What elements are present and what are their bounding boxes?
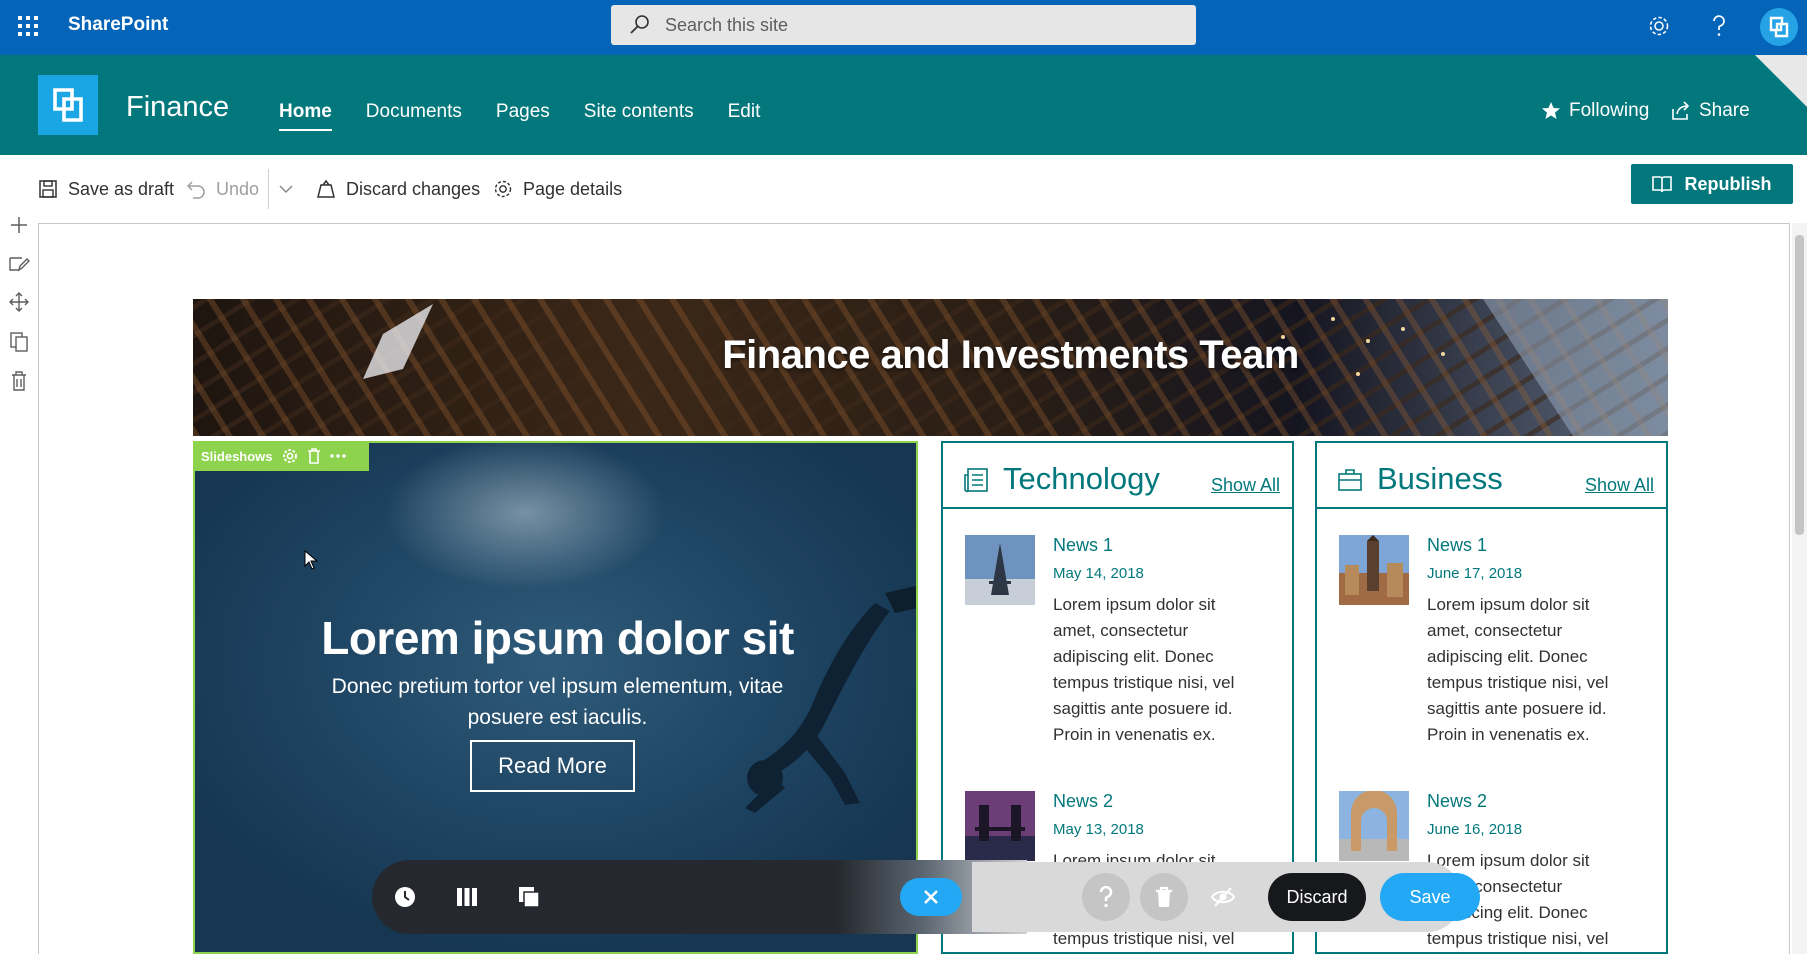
following-label: Following bbox=[1569, 100, 1650, 121]
news-date: June 16, 2018 bbox=[1427, 821, 1523, 838]
undo-button[interactable]: Undo bbox=[186, 173, 259, 205]
news-body: Lorem ipsum dolor sit amet, consectetur … bbox=[1427, 595, 1609, 744]
site-navigation: Home Documents Pages Site contents Edit bbox=[279, 101, 761, 131]
help-icon[interactable] bbox=[1706, 13, 1732, 39]
share-button[interactable]: Share bbox=[1671, 100, 1750, 122]
news-date: June 17, 2018 bbox=[1427, 565, 1523, 582]
question-mark-icon bbox=[1099, 886, 1113, 908]
search-input[interactable] bbox=[665, 14, 1145, 36]
news-thumbnail bbox=[1339, 791, 1409, 861]
app-launcher-icon[interactable] bbox=[16, 14, 40, 38]
slide-heading: Lorem ipsum dolor sit bbox=[321, 612, 794, 664]
following-button[interactable]: Following bbox=[1541, 100, 1649, 122]
scrollbar-thumb[interactable] bbox=[1795, 235, 1804, 535]
undo-icon bbox=[186, 181, 205, 199]
business-header: Business Show All bbox=[1317, 443, 1666, 509]
star-icon bbox=[1542, 102, 1560, 119]
share-label: Share bbox=[1699, 100, 1750, 121]
sharepoint-brand[interactable]: SharePoint bbox=[68, 14, 168, 36]
undo-label: Undo bbox=[216, 178, 260, 199]
read-more-button[interactable]: Read More bbox=[470, 740, 635, 792]
nav-site-contents[interactable]: Site contents bbox=[584, 101, 694, 129]
command-separator bbox=[268, 169, 269, 209]
webpart-delete-icon[interactable] bbox=[307, 448, 321, 464]
move-section-icon[interactable] bbox=[8, 291, 30, 313]
search-icon bbox=[629, 14, 651, 36]
settings-gear-icon[interactable] bbox=[1646, 13, 1672, 39]
columns-layout-icon[interactable] bbox=[454, 884, 480, 910]
republish-label: Republish bbox=[1684, 173, 1772, 194]
news-title[interactable]: News 1 bbox=[1053, 535, 1113, 556]
duplicate-section-icon[interactable] bbox=[8, 331, 30, 353]
technology-show-all-link[interactable]: Show All bbox=[1211, 475, 1280, 496]
mouse-cursor-icon bbox=[304, 550, 318, 570]
save-as-draft-label: Save as draft bbox=[68, 178, 175, 199]
close-icon bbox=[924, 890, 938, 904]
webpart-name-label: Slideshows bbox=[201, 448, 273, 464]
vertical-scrollbar[interactable] bbox=[1792, 223, 1807, 954]
hide-visibility-icon[interactable] bbox=[1210, 884, 1236, 910]
site-logo[interactable] bbox=[38, 75, 98, 135]
webpart-toolbar: Slideshows bbox=[193, 441, 369, 471]
save-as-draft-button[interactable]: Save as draft bbox=[38, 173, 174, 205]
overlay-layers-icon[interactable] bbox=[516, 884, 542, 910]
undo-dropdown-chevron[interactable] bbox=[278, 173, 294, 205]
news-thumbnail bbox=[965, 535, 1035, 605]
news-body: Lorem ipsum dolor sit amet, consectetur … bbox=[1053, 595, 1235, 744]
webpart-settings-gear-icon[interactable] bbox=[282, 448, 298, 464]
slide-subtext: Donec pretium tortor vel ipsum elementum… bbox=[331, 675, 784, 729]
page-details-button[interactable]: Page details bbox=[493, 173, 622, 205]
floating-edit-toolbar: Discard Save bbox=[372, 860, 1487, 934]
news-title[interactable]: News 2 bbox=[1427, 791, 1487, 812]
delete-section-icon[interactable] bbox=[8, 370, 30, 392]
add-section-icon[interactable] bbox=[8, 214, 30, 236]
news-thumbnail bbox=[965, 791, 1035, 861]
gear-icon bbox=[494, 180, 512, 198]
delete-button[interactable] bbox=[1140, 873, 1188, 921]
user-avatar[interactable] bbox=[1760, 8, 1798, 46]
republish-button[interactable]: Republish bbox=[1631, 164, 1793, 204]
page-details-label: Page details bbox=[523, 178, 623, 199]
site-header: Finance Home Documents Pages Site conten… bbox=[0, 55, 1807, 155]
discard-button[interactable]: Discard bbox=[1268, 873, 1366, 921]
save-button[interactable]: Save bbox=[1380, 873, 1480, 921]
history-clock-icon[interactable] bbox=[392, 884, 418, 910]
command-bar: Save as draft Undo Discard changes Page … bbox=[0, 155, 1807, 225]
business-title: Business bbox=[1377, 461, 1503, 496]
discard-icon bbox=[317, 179, 335, 198]
close-toolbar-button[interactable] bbox=[900, 878, 962, 916]
nav-pages[interactable]: Pages bbox=[496, 101, 550, 129]
news-title[interactable]: News 1 bbox=[1427, 535, 1487, 556]
suite-bar: SharePoint bbox=[0, 0, 1807, 55]
news-thumbnail bbox=[1339, 535, 1409, 605]
book-icon bbox=[1652, 176, 1673, 193]
news-title[interactable]: News 2 bbox=[1053, 791, 1113, 812]
trash-icon bbox=[1156, 886, 1172, 907]
site-title[interactable]: Finance bbox=[126, 91, 229, 124]
page-corner-fold bbox=[1755, 55, 1807, 107]
help-button[interactable] bbox=[1082, 873, 1130, 921]
edit-section-icon[interactable] bbox=[8, 253, 30, 275]
nav-home[interactable]: Home bbox=[279, 101, 332, 131]
technology-header: Technology Show All bbox=[943, 443, 1292, 509]
save-disk-icon bbox=[39, 180, 57, 198]
nav-edit[interactable]: Edit bbox=[728, 101, 761, 129]
chevron-down-icon bbox=[279, 185, 293, 194]
discard-changes-label: Discard changes bbox=[346, 178, 481, 199]
newspaper-icon bbox=[964, 468, 988, 493]
technology-title: Technology bbox=[1003, 461, 1160, 496]
banner-title: Finance and Investments Team bbox=[722, 333, 1299, 377]
nav-documents[interactable]: Documents bbox=[366, 101, 462, 129]
discard-changes-button[interactable]: Discard changes bbox=[316, 173, 480, 205]
share-icon bbox=[1672, 101, 1690, 120]
business-show-all-link[interactable]: Show All bbox=[1585, 475, 1654, 496]
hero-banner: Finance and Investments Team bbox=[193, 299, 1668, 436]
briefcase-icon bbox=[1338, 469, 1362, 491]
toolbar-left-segment bbox=[372, 860, 857, 934]
search-box[interactable] bbox=[611, 5, 1196, 45]
webpart-more-icon[interactable] bbox=[329, 453, 346, 459]
news-date: May 14, 2018 bbox=[1053, 565, 1144, 582]
news-date: May 13, 2018 bbox=[1053, 821, 1144, 838]
